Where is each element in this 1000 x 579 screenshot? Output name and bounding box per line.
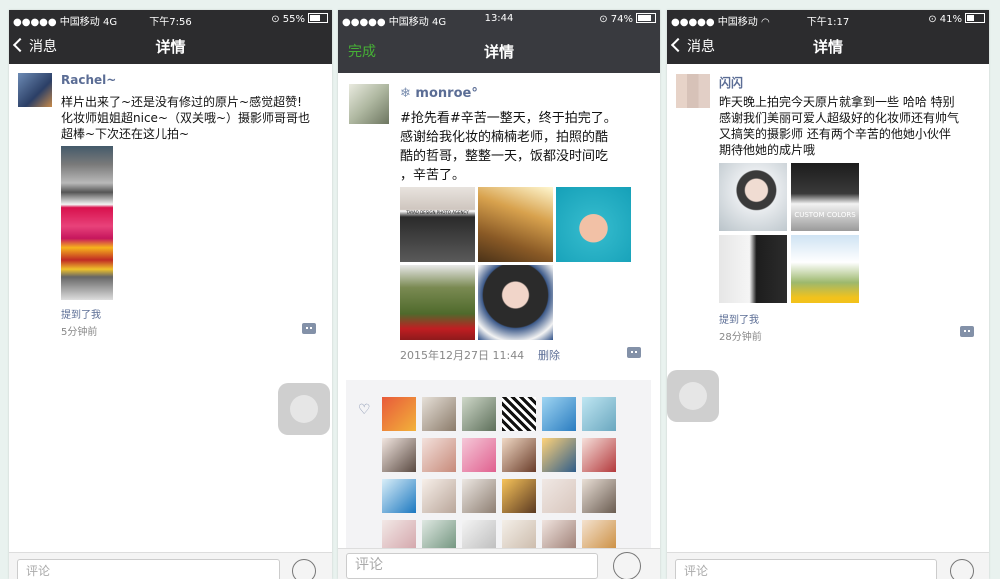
liker-avatar[interactable] [462,438,496,472]
emoji-icon[interactable] [613,552,641,579]
liker-avatar[interactable] [382,479,416,513]
emoji-icon[interactable] [950,559,974,579]
post-photo[interactable] [791,235,859,303]
post-time: 28分钟前 [719,332,762,343]
rotation-lock-icon: ⊙ [599,14,611,25]
liker-avatar[interactable] [382,397,416,431]
liker-avatar[interactable] [582,479,616,513]
nav-bar: 完成 详情 [338,28,660,73]
page-title: 详情 [155,38,186,56]
post-photo[interactable] [719,235,787,303]
avatar[interactable] [349,84,389,124]
post-username[interactable]: Rachel~ [61,73,116,87]
emoji-icon[interactable] [292,559,316,579]
liker-avatar[interactable] [542,479,576,513]
liker-avatar[interactable] [542,397,576,431]
phone-screen-3: ●●●●● 中国移动 ◠ 下午1:17 ⊙ 41% 消息 详情 闪闪 昨天晚上拍… [667,10,989,579]
post-time: 5分钟前 [61,327,98,338]
comment-input[interactable]: 评论 [17,559,280,579]
liker-avatar[interactable] [542,438,576,472]
mention-label[interactable]: 提到了我 [719,311,759,326]
status-bar: ●●●●● 中国移动 ◠ 下午1:17 ⊙ 41% [667,10,989,28]
liker-avatar[interactable] [502,438,536,472]
phone-screen-1: ●●●●● 中国移动 4G 下午7:56 ⊙ 55% 消息 详情 Rachel~… [9,10,332,579]
post-photo[interactable] [61,146,113,300]
liker-avatar[interactable] [422,397,456,431]
post-photo[interactable] [478,265,553,340]
liker-avatar[interactable] [582,438,616,472]
status-bar: ●●●●● 中国移动 4G 13:44 ⊙ 74% [338,10,660,28]
comment-bar: 评论 [338,548,660,579]
post-photo[interactable] [719,163,787,231]
phone-screen-2: ●●●●● 中国移动 4G 13:44 ⊙ 74% 完成 详情 ❄ monroe… [338,10,660,579]
post-username[interactable]: ❄ monroe° [400,86,478,101]
snowflake-icon: ❄ [400,86,416,101]
assistive-touch-icon[interactable] [667,370,719,422]
avatar[interactable] [676,74,710,108]
liker-avatar[interactable] [462,479,496,513]
post-time: 2015年12月27日 11:44 [400,349,525,362]
nav-bar: 消息 详情 [9,28,332,64]
battery-status: ⊙ 55% [271,13,328,25]
post-photo[interactable] [556,187,631,262]
liker-avatar[interactable] [422,438,456,472]
photo-caption: TAYAO DESIGN PHOTO AGENCY [406,210,469,215]
battery-status: ⊙ 41% [928,13,985,25]
post-username[interactable]: 闪闪 [719,74,743,91]
liker-avatar[interactable] [382,438,416,472]
comment-bubble-icon[interactable] [627,347,641,358]
rotation-lock-icon: ⊙ [928,14,940,25]
battery-status: ⊙ 74% [599,13,656,25]
liker-avatar[interactable] [502,397,536,431]
post-text: #抢先看#辛苦一整天，终于拍完了。 感谢给我化妆的楠楠老师，拍照的酷 酷的哲哥，… [400,111,617,183]
comment-bubble-icon[interactable] [960,326,974,337]
photo-caption: CUSTOM COLORS [794,211,856,219]
liker-avatar[interactable] [582,397,616,431]
post-photo[interactable]: CUSTOM COLORS [791,163,859,231]
mention-label[interactable]: 提到了我 [61,306,101,321]
liker-avatar[interactable] [462,397,496,431]
assistive-touch-icon[interactable] [278,383,330,435]
post-photo[interactable] [400,265,475,340]
comment-bubble-icon[interactable] [302,323,316,334]
page-title: 详情 [812,38,843,56]
comment-input[interactable]: 评论 [346,553,598,579]
post-text: 样片出来了~还是没有修过的原片~感觉超赞! 化妆师姐姐超nice~（双关哦~）摄… [61,95,311,141]
nav-bar: 消息 详情 [667,28,989,64]
status-bar: ●●●●● 中国移动 4G 下午7:56 ⊙ 55% [9,10,332,28]
comment-bar: 评论 [667,552,989,579]
liker-avatar[interactable] [422,479,456,513]
heart-icon: ♡ [358,402,371,418]
rotation-lock-icon: ⊙ [271,14,283,25]
page-title: 详情 [483,43,514,61]
avatar[interactable] [18,73,52,107]
battery-icon [636,13,656,23]
comment-input[interactable]: 评论 [675,559,937,579]
battery-icon [308,13,328,23]
delete-link[interactable]: 删除 [538,347,560,363]
liker-avatar[interactable] [502,479,536,513]
comment-bar: 评论 [9,552,332,579]
post-text: 昨天晚上拍完今天原片就拿到一些 哈哈 特别 感谢我们美丽可爱人超级好的化妆师还有… [719,95,960,157]
battery-icon [965,13,985,23]
post-photo[interactable] [478,187,553,262]
post-photo[interactable]: TAYAO DESIGN PHOTO AGENCY [400,187,475,262]
